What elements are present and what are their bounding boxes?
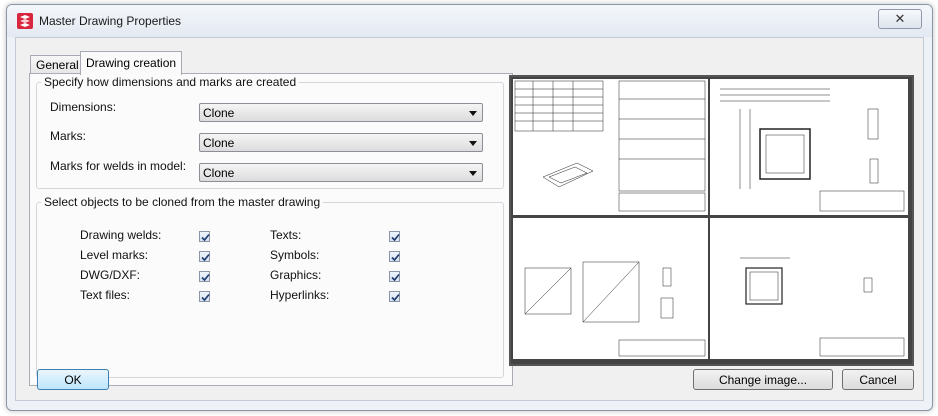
change-image-button[interactable]: Change image... xyxy=(693,369,833,390)
close-button[interactable]: ✕ xyxy=(878,9,922,29)
dwg-dxf-label: DWG/DXF: xyxy=(80,268,140,282)
marks-label: Marks: xyxy=(50,129,86,143)
drawing-welds-label: Drawing welds: xyxy=(80,228,162,242)
dimensions-select-value: Clone xyxy=(203,106,235,120)
tab-general[interactable]: General xyxy=(30,55,85,74)
preview-sheet-3 xyxy=(513,218,708,359)
chevron-down-icon xyxy=(469,171,477,176)
hyperlinks-label: Hyperlinks: xyxy=(270,288,330,302)
texts-checkbox[interactable] xyxy=(389,231,400,242)
master-drawing-preview xyxy=(509,75,914,366)
window-title: Master Drawing Properties xyxy=(39,14,182,28)
symbols-label: Symbols: xyxy=(270,248,320,262)
dwg-dxf-checkbox[interactable] xyxy=(199,271,210,282)
dimensions-group-legend: Specify how dimensions and marks are cre… xyxy=(41,75,300,89)
cancel-button[interactable]: Cancel xyxy=(842,369,914,390)
preview-sheet-2 xyxy=(710,79,908,215)
preview-sheet-4 xyxy=(710,218,908,359)
checkmark-icon xyxy=(201,273,210,282)
clone-objects-group: Select objects to be cloned from the mas… xyxy=(36,195,504,378)
text-files-label: Text files: xyxy=(80,288,131,302)
drawing-thumbnail xyxy=(524,261,706,357)
drawing-thumbnail xyxy=(720,88,905,212)
graphics-checkbox[interactable] xyxy=(389,271,400,282)
graphics-label: Graphics: xyxy=(270,268,322,282)
drawing-thumbnail xyxy=(740,257,905,357)
chevron-down-icon xyxy=(469,141,477,146)
dimensions-group: Specify how dimensions and marks are cre… xyxy=(36,75,504,189)
dimensions-label: Dimensions: xyxy=(50,100,117,114)
checkmark-icon xyxy=(391,273,400,282)
tab-panel-drawing-creation: Specify how dimensions and marks are cre… xyxy=(29,73,513,386)
weld-marks-label: Marks for welds in model: xyxy=(50,159,187,173)
dimensions-select[interactable]: Clone xyxy=(199,103,483,122)
marks-select-value: Clone xyxy=(203,136,235,150)
chevron-down-icon xyxy=(469,111,477,116)
app-icon xyxy=(17,13,33,29)
preview-sheet-1 xyxy=(513,79,708,215)
drawing-thumbnail xyxy=(514,80,706,212)
drawing-welds-checkbox[interactable] xyxy=(199,231,210,242)
clone-group-legend: Select objects to be cloned from the mas… xyxy=(41,195,324,209)
checkmark-icon xyxy=(391,293,400,302)
checkmark-icon xyxy=(391,233,400,242)
weld-marks-select-value: Clone xyxy=(203,166,235,180)
weld-marks-select[interactable]: Clone xyxy=(199,163,483,182)
level-marks-label: Level marks: xyxy=(80,248,149,262)
title-bar: Master Drawing Properties ✕ xyxy=(7,5,932,37)
tab-drawing-creation[interactable]: Drawing creation xyxy=(80,51,183,75)
checkmark-icon xyxy=(391,253,400,262)
symbols-checkbox[interactable] xyxy=(389,251,400,262)
dialog-client: General Drawing creation Specify how dim… xyxy=(15,37,924,401)
marks-select[interactable]: Clone xyxy=(199,133,483,152)
dialog-window: Master Drawing Properties ✕ General Draw… xyxy=(6,4,933,411)
checkmark-icon xyxy=(201,293,210,302)
hyperlinks-checkbox[interactable] xyxy=(389,291,400,302)
text-files-checkbox[interactable] xyxy=(199,291,210,302)
checkmark-icon xyxy=(201,253,210,262)
checkmark-icon xyxy=(201,233,210,242)
texts-label: Texts: xyxy=(270,228,302,242)
level-marks-checkbox[interactable] xyxy=(199,251,210,262)
ok-button[interactable]: OK xyxy=(37,369,109,390)
